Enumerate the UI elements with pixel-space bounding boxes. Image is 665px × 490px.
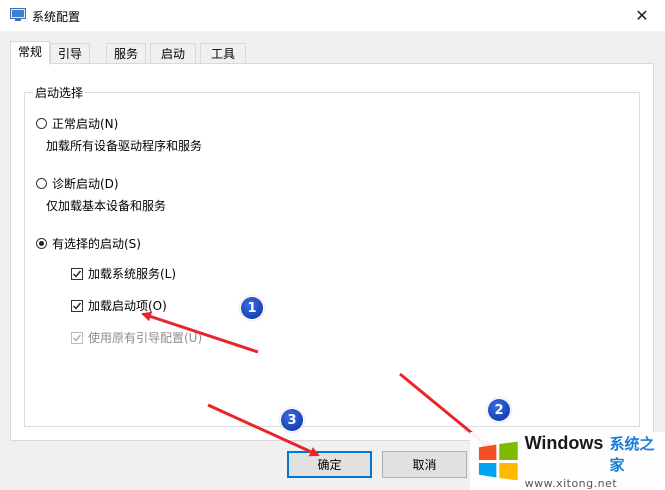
step-badge-2: 2: [488, 399, 510, 421]
diagnostic-startup-label: 诊断启动(D): [52, 177, 119, 191]
tab-tools[interactable]: 工具: [200, 43, 246, 63]
windows-logo-icon: [478, 441, 518, 481]
tab-startup[interactable]: 启动: [150, 43, 196, 63]
selective-startup-label: 有选择的启动(S): [52, 237, 141, 251]
cancel-button[interactable]: 取消: [382, 451, 467, 478]
load-system-services-label: 加载系统服务(L): [88, 267, 177, 281]
watermark-url: www.xitong.net: [524, 476, 618, 490]
selective-startup-radio[interactable]: 有选择的启动(S): [36, 235, 141, 252]
checkbox[interactable]: [71, 267, 83, 280]
system-config-icon: [10, 8, 26, 22]
title-bar: 系统配置 ✕: [0, 0, 665, 31]
close-icon: ✕: [635, 6, 649, 25]
radio-button[interactable]: [36, 118, 47, 129]
use-original-boot-config-checkbox: 使用原有引导配置(U): [71, 329, 202, 346]
checkbox-disabled: [71, 331, 83, 344]
normal-startup-radio[interactable]: 正常启动(N): [36, 115, 118, 132]
tab-general[interactable]: 常规: [10, 41, 50, 65]
tab-boot[interactable]: 引导: [50, 43, 90, 63]
radio-button[interactable]: [36, 178, 47, 189]
load-startup-items-checkbox[interactable]: 加载启动项(O): [71, 297, 167, 314]
watermark-brand: Windows: [524, 432, 604, 453]
ok-button[interactable]: 确定: [287, 451, 372, 478]
diagnostic-startup-description: 仅加载基本设备和服务: [46, 199, 167, 213]
watermark: Windows 系统之家 www.xitong.net: [470, 432, 665, 490]
tab-services[interactable]: 服务: [106, 43, 146, 63]
window-title: 系统配置: [32, 10, 81, 24]
step-badge-3: 3: [281, 409, 303, 431]
use-original-boot-config-label: 使用原有引导配置(U): [88, 331, 203, 345]
group-title: 启动选择: [33, 84, 86, 101]
checkbox[interactable]: [71, 299, 83, 312]
normal-startup-description: 加载所有设备驱动程序和服务: [46, 139, 203, 153]
step-badge-1: 1: [241, 297, 263, 319]
general-tab-panel: 启动选择 正常启动(N) 加载所有设备驱动程序和服务 诊断启动(D) 仅加载基本…: [10, 63, 654, 441]
watermark-chinese-name: 系统之家: [609, 434, 655, 474]
load-system-services-checkbox[interactable]: 加载系统服务(L): [71, 265, 176, 282]
startup-selection-group: 启动选择 正常启动(N) 加载所有设备驱动程序和服务 诊断启动(D) 仅加载基本…: [24, 84, 640, 427]
radio-button-selected[interactable]: [36, 238, 47, 249]
close-button[interactable]: ✕: [619, 0, 665, 31]
diagnostic-startup-radio[interactable]: 诊断启动(D): [36, 175, 119, 192]
load-startup-items-label: 加载启动项(O): [88, 299, 167, 313]
normal-startup-label: 正常启动(N): [52, 117, 119, 131]
